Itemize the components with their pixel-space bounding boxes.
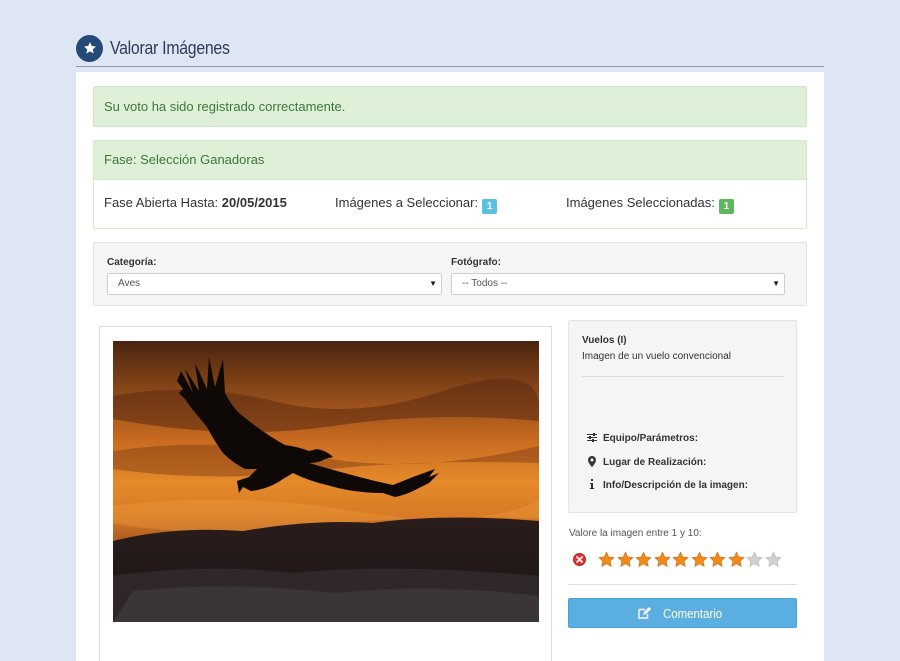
star-filled-icon[interactable]: [598, 550, 615, 568]
star-filled-icon[interactable]: [635, 550, 652, 568]
comment-button[interactable]: Comentario: [568, 598, 797, 628]
fase-abierta-label: Fase Abierta Hasta:: [104, 195, 219, 210]
equipo-label: Equipo/Parámetros:: [603, 433, 699, 444]
fase-details: Fase Abierta Hasta: 20/05/2015 Imágenes …: [94, 180, 806, 228]
rating-label: Valore la imagen entre 1 y 10:: [569, 528, 702, 539]
info-label: Info/Descripción de la imagen:: [603, 479, 749, 491]
filters-panel: Categoría: Aves ▼ Fotógrafo: -- Todos --…: [93, 242, 807, 306]
chevron-down-icon: ▼: [429, 279, 437, 288]
eagle-photo[interactable]: [113, 341, 539, 622]
map-marker-icon: [586, 456, 598, 469]
info-row: Info/Descripción de la imagen:: [586, 479, 748, 491]
star-rating[interactable]: [573, 550, 783, 568]
image-description: Imagen de un vuelo convencional: [582, 351, 731, 362]
divider: [568, 584, 797, 585]
page-title: Valorar Imágenes: [110, 37, 230, 58]
categoria-select-value: Aves: [118, 278, 141, 289]
fase-abierta: Fase Abierta Hasta: 20/05/2015: [104, 195, 287, 210]
fase-panel: Fase: Selección Ganadoras Fase Abierta H…: [93, 140, 807, 229]
a-seleccionar-label: Imágenes a Seleccionar:: [335, 195, 479, 210]
star-filled-icon[interactable]: [709, 550, 726, 568]
fotografo-select[interactable]: -- Todos -- ▼: [451, 273, 785, 295]
page-header: Valorar Imágenes: [76, 30, 824, 67]
star-filled-icon[interactable]: [672, 550, 689, 568]
image-info-panel: Vuelos (I) Imagen de un vuelo convencion…: [568, 320, 797, 513]
imagenes-seleccionadas: Imágenes Seleccionadas: 1: [566, 195, 734, 214]
star-empty-icon[interactable]: [764, 550, 782, 568]
rating-stars: [598, 550, 783, 568]
equipo-row: Equipo/Parámetros:: [586, 433, 698, 444]
star-icon: [76, 34, 103, 62]
success-alert: Su voto ha sido registrado correctamente…: [93, 86, 807, 127]
lugar-label: Lugar de Realización:: [603, 457, 707, 468]
page: Valorar Imágenes Su voto ha sido registr…: [76, 0, 824, 661]
fotografo-select-value: -- Todos --: [462, 278, 508, 289]
edit-icon: [638, 607, 652, 619]
imagenes-a-seleccionar: Imágenes a Seleccionar: 1: [335, 195, 498, 214]
sliders-icon: [586, 433, 598, 444]
fase-abierta-value: 20/05/2015: [221, 195, 287, 210]
star-filled-icon[interactable]: [690, 550, 708, 568]
fase-title: Fase: Selección Ganadoras: [94, 141, 806, 180]
star-empty-icon[interactable]: [746, 550, 763, 568]
comment-button-label: Comentario: [663, 605, 723, 621]
categoria-select[interactable]: Aves ▼: [107, 273, 442, 295]
info-icon: [586, 479, 598, 491]
main-content: Su voto ha sido registrado correctamente…: [76, 72, 824, 661]
lugar-row: Lugar de Realización:: [586, 456, 706, 469]
seleccionadas-label: Imágenes Seleccionadas:: [566, 195, 715, 210]
star-filled-icon[interactable]: [727, 550, 745, 568]
cancel-rating-icon[interactable]: [573, 552, 586, 566]
divider: [582, 376, 784, 377]
star-filled-icon[interactable]: [616, 550, 634, 568]
image-title: Vuelos (I): [582, 335, 627, 346]
chevron-down-icon: ▼: [772, 279, 780, 288]
seleccionadas-badge: 1: [718, 199, 734, 214]
star-filled-icon[interactable]: [653, 550, 671, 568]
categoria-label: Categoría:: [107, 257, 157, 268]
fotografo-label: Fotógrafo:: [451, 257, 501, 268]
a-seleccionar-badge: 1: [482, 199, 498, 214]
image-frame: [99, 326, 552, 661]
